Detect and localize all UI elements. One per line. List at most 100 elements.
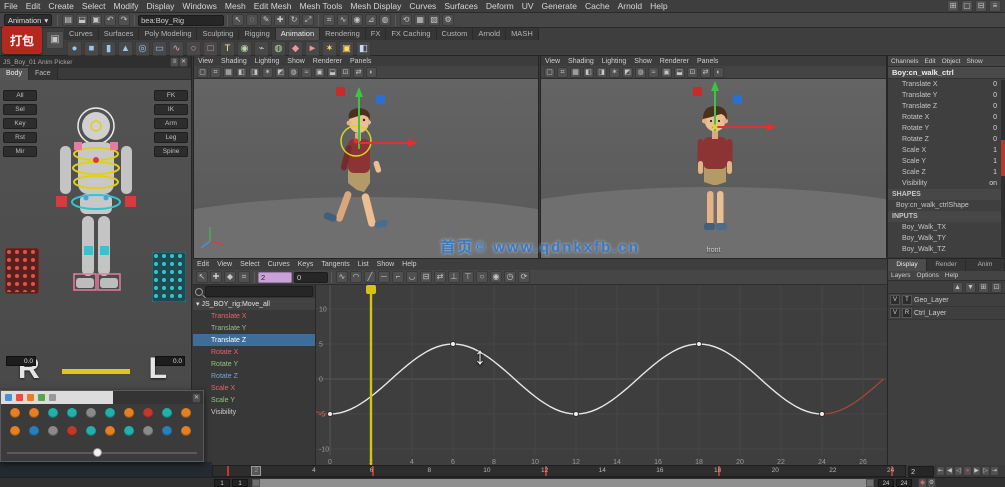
graph-outliner-row[interactable]: Translate Y: [193, 322, 315, 334]
menu-item[interactable]: Edit: [22, 1, 45, 11]
new-empty-layer-icon[interactable]: ⊞: [978, 282, 989, 293]
menu-item[interactable]: Display: [143, 1, 179, 11]
menuset-dropdown[interactable]: Animation ▾: [4, 14, 52, 26]
textured-icon[interactable]: ◨: [249, 67, 260, 78]
layer-editor-tab[interactable]: Anim: [966, 259, 1005, 271]
pose-dot[interactable]: [162, 426, 172, 436]
viewport-menu-item[interactable]: Shading: [564, 58, 598, 65]
image-plane-icon[interactable]: ⊡: [687, 67, 698, 78]
left-hand-control[interactable]: [56, 196, 67, 207]
right-shoulder-control[interactable]: [110, 142, 118, 150]
display-layer-row[interactable]: V R Ctrl_Layer: [888, 307, 1005, 320]
pose-dot[interactable]: [86, 426, 96, 436]
break-tangents-icon[interactable]: ⊥: [448, 271, 460, 283]
channel-row[interactable]: Boy_Walk_TX: [888, 222, 1005, 233]
graph-menu-item[interactable]: Select: [236, 261, 263, 268]
selection-name-field[interactable]: [138, 15, 224, 26]
pose-dot[interactable]: [181, 426, 191, 436]
linear-tangents-icon[interactable]: ╱: [364, 271, 376, 283]
save-scene-icon[interactable]: ▣: [90, 14, 102, 26]
hamburger-menu-icon[interactable]: ≡: [989, 0, 1001, 12]
right-finger-grid[interactable]: [152, 252, 186, 302]
menu-item[interactable]: Cache: [581, 1, 614, 11]
channel-row[interactable]: INPUTS: [888, 211, 1005, 222]
menu-item[interactable]: Mesh Tools: [296, 1, 347, 11]
pose-dot[interactable]: [86, 408, 96, 418]
shelf-tab[interactable]: Sculpting: [197, 28, 239, 40]
torus-icon[interactable]: ◎: [135, 41, 150, 56]
current-frame-field[interactable]: [908, 466, 934, 477]
open-scene-icon[interactable]: ⬓: [76, 14, 88, 26]
textured-icon[interactable]: ◨: [596, 67, 607, 78]
channel-value[interactable]: 0: [993, 123, 997, 134]
picker-button[interactable]: Arm: [154, 118, 188, 129]
shelf-tab[interactable]: Curves: [64, 28, 99, 40]
channel-row[interactable]: Rotate X 0: [888, 112, 1005, 123]
shelf-tab[interactable]: Custom: [437, 28, 474, 40]
left-knee-control[interactable]: [84, 246, 93, 255]
curve-icon[interactable]: ∿: [169, 41, 184, 56]
camera-attributes-icon[interactable]: ▣: [661, 67, 672, 78]
overlay-side-button[interactable]: ▣: [46, 31, 64, 49]
menu-item[interactable]: Surfaces: [440, 1, 482, 11]
graph-menu-item[interactable]: Edit: [193, 261, 213, 268]
channel-row[interactable]: Scale Y 1: [888, 156, 1005, 167]
plane-handle-red[interactable]: [693, 87, 702, 96]
play-forward-icon[interactable]: ▶: [972, 466, 981, 476]
playback-start-field[interactable]: 1: [232, 479, 248, 487]
make-live-icon[interactable]: ◍: [379, 14, 391, 26]
picker-button[interactable]: Leg: [154, 132, 188, 143]
sphere-icon[interactable]: ●: [67, 41, 82, 56]
y-axis-handle[interactable]: [355, 87, 363, 97]
picker-tab[interactable]: Body: [0, 68, 29, 80]
shelf-tab[interactable]: Rigging: [239, 28, 275, 40]
channel-value[interactable]: 0: [993, 90, 997, 101]
channel-row[interactable]: Boy:cn_walk_ctrlShape: [888, 200, 1005, 211]
color-chip[interactable]: [5, 394, 12, 401]
clamped-tangents-icon[interactable]: ◠: [350, 271, 362, 283]
workspace-icon[interactable]: ⊞: [947, 0, 959, 12]
graph-outliner-row[interactable]: Translate Z: [193, 334, 315, 346]
viewport-3d-view[interactable]: [194, 79, 538, 258]
picker-button[interactable]: Key: [3, 118, 37, 129]
lattice-deform-keys-icon[interactable]: ⌗: [238, 271, 250, 283]
picker-button[interactable]: Spine: [154, 146, 188, 157]
color-chip[interactable]: [49, 394, 56, 401]
graph-outliner-row[interactable]: Rotate X: [193, 346, 315, 358]
y-axis-handle[interactable]: [711, 81, 719, 91]
graph-menu-item[interactable]: Help: [398, 261, 420, 268]
layout-single-pane-icon[interactable]: ▢: [961, 0, 973, 12]
pose-scale-slider[interactable]: [7, 448, 197, 457]
pose-dot[interactable]: [181, 408, 191, 418]
bind-skin-icon[interactable]: ◍: [271, 41, 286, 56]
timeline-current-frame-marker[interactable]: [251, 466, 261, 476]
shadows-icon[interactable]: ◩: [275, 67, 286, 78]
time-snap-icon[interactable]: ◷: [504, 271, 516, 283]
new-scene-icon[interactable]: ▤: [62, 14, 74, 26]
animation-start-field[interactable]: 1: [214, 479, 230, 487]
left-finger-grid[interactable]: [5, 248, 39, 294]
select-camera-icon[interactable]: ▢: [544, 67, 555, 78]
ambient-occlusion-icon[interactable]: ◍: [635, 67, 646, 78]
viewport-menu-item[interactable]: Panels: [346, 58, 375, 65]
channel-value[interactable]: 1: [993, 167, 997, 178]
time-slider[interactable]: 24681012141618202224: [212, 465, 906, 477]
pose-dot[interactable]: [29, 408, 39, 418]
scale-tool-icon[interactable]: ⤢: [302, 14, 314, 26]
animation-end-field[interactable]: 24: [896, 479, 912, 487]
graph-menu-item[interactable]: List: [354, 261, 373, 268]
layer-menu-item[interactable]: Help: [942, 272, 961, 279]
menu-item[interactable]: Select: [78, 1, 110, 11]
panel-close-icon[interactable]: ✕: [179, 57, 188, 67]
pose-dot[interactable]: [105, 426, 115, 436]
graph-outliner-row[interactable]: Rotate Z: [193, 370, 315, 382]
picker-button[interactable]: All: [3, 90, 37, 101]
move-tool-icon[interactable]: ✚: [274, 14, 286, 26]
use-lights-icon[interactable]: ✶: [609, 67, 620, 78]
cylinder-icon[interactable]: ▮: [101, 41, 116, 56]
layer-editor-tab[interactable]: Display: [888, 259, 927, 271]
motion-blur-icon[interactable]: ≈: [648, 67, 659, 78]
picker-value-field[interactable]: 0.0: [155, 356, 185, 366]
key-time-field[interactable]: [258, 272, 292, 283]
layer-visibility-toggle[interactable]: V: [890, 295, 900, 305]
